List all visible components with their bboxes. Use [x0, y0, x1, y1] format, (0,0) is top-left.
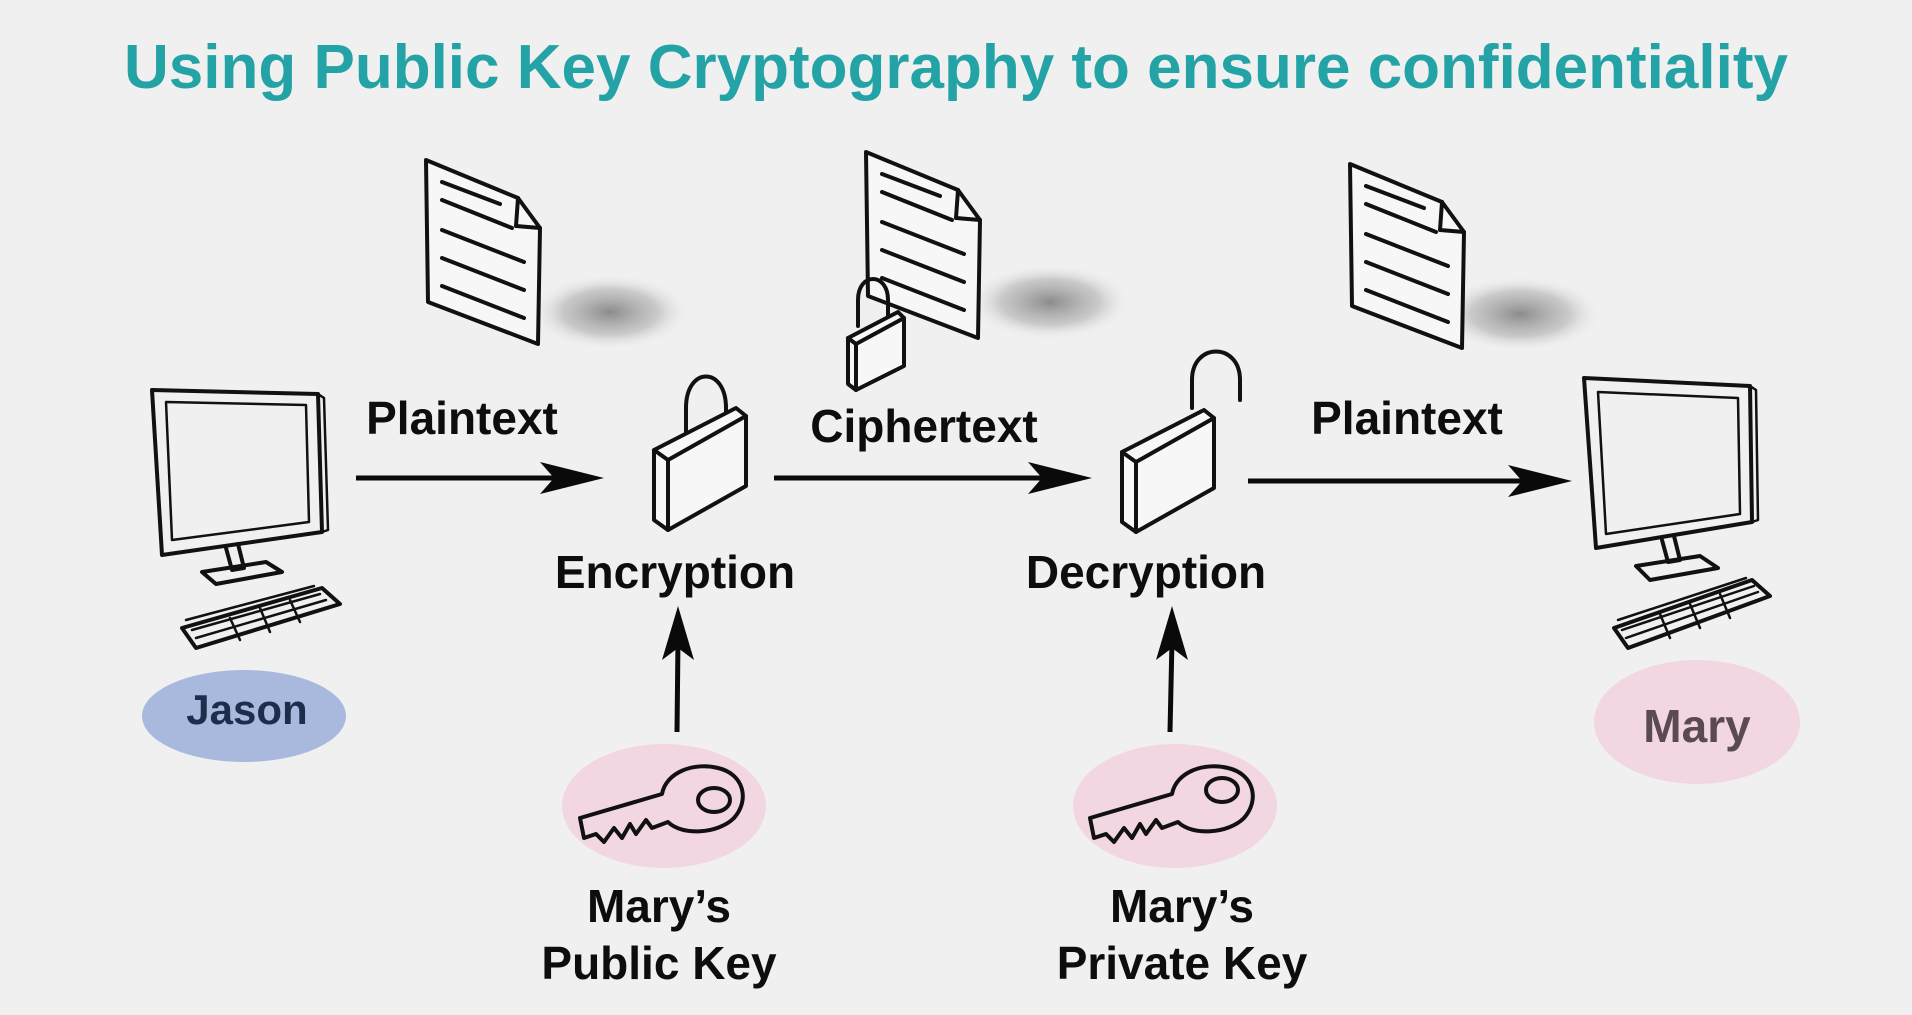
arrow-plaintext-to-recipient [1248, 465, 1572, 497]
public-key-label-type: Public Key [541, 937, 777, 989]
arrow-public-key-to-encryption [662, 606, 694, 733]
private-key-label-owner: Mary’s [1110, 880, 1254, 932]
private-key-label-type: Private Key [1057, 937, 1308, 989]
sender-computer-icon [150, 388, 342, 650]
recipient-computer-icon [1582, 376, 1772, 650]
plaintext-document-icon [424, 158, 690, 350]
plaintext-label-left: Plaintext [366, 392, 558, 444]
arrow-private-key-to-decryption [1156, 606, 1188, 733]
public-key-label-owner: Mary’s [587, 880, 731, 932]
page-title: Using Public Key Cryptography to ensure … [124, 33, 1788, 102]
private-key-bubble [1073, 744, 1277, 868]
padlock-closed-icon [652, 374, 748, 532]
arrow-plaintext-to-encryption [356, 462, 604, 494]
encryption-label: Encryption [555, 546, 795, 598]
decryption-label: Decryption [1026, 546, 1266, 598]
crypto-diagram: Using Public Key Cryptography to ensure … [124, 33, 1800, 989]
ciphertext-label: Ciphertext [810, 400, 1037, 452]
recipient-name: Mary [1643, 700, 1751, 752]
public-key-bubble [562, 744, 766, 868]
sender-name: Jason [186, 686, 307, 733]
arrow-ciphertext-to-decryption [774, 462, 1092, 494]
plaintext-label-right: Plaintext [1311, 392, 1503, 444]
padlock-open-icon [1120, 349, 1242, 534]
decrypted-document-icon [1348, 162, 1602, 352]
diagram-stage: Using Public Key Cryptography to ensure … [0, 0, 1912, 1015]
ciphertext-document-icon [864, 150, 1132, 340]
